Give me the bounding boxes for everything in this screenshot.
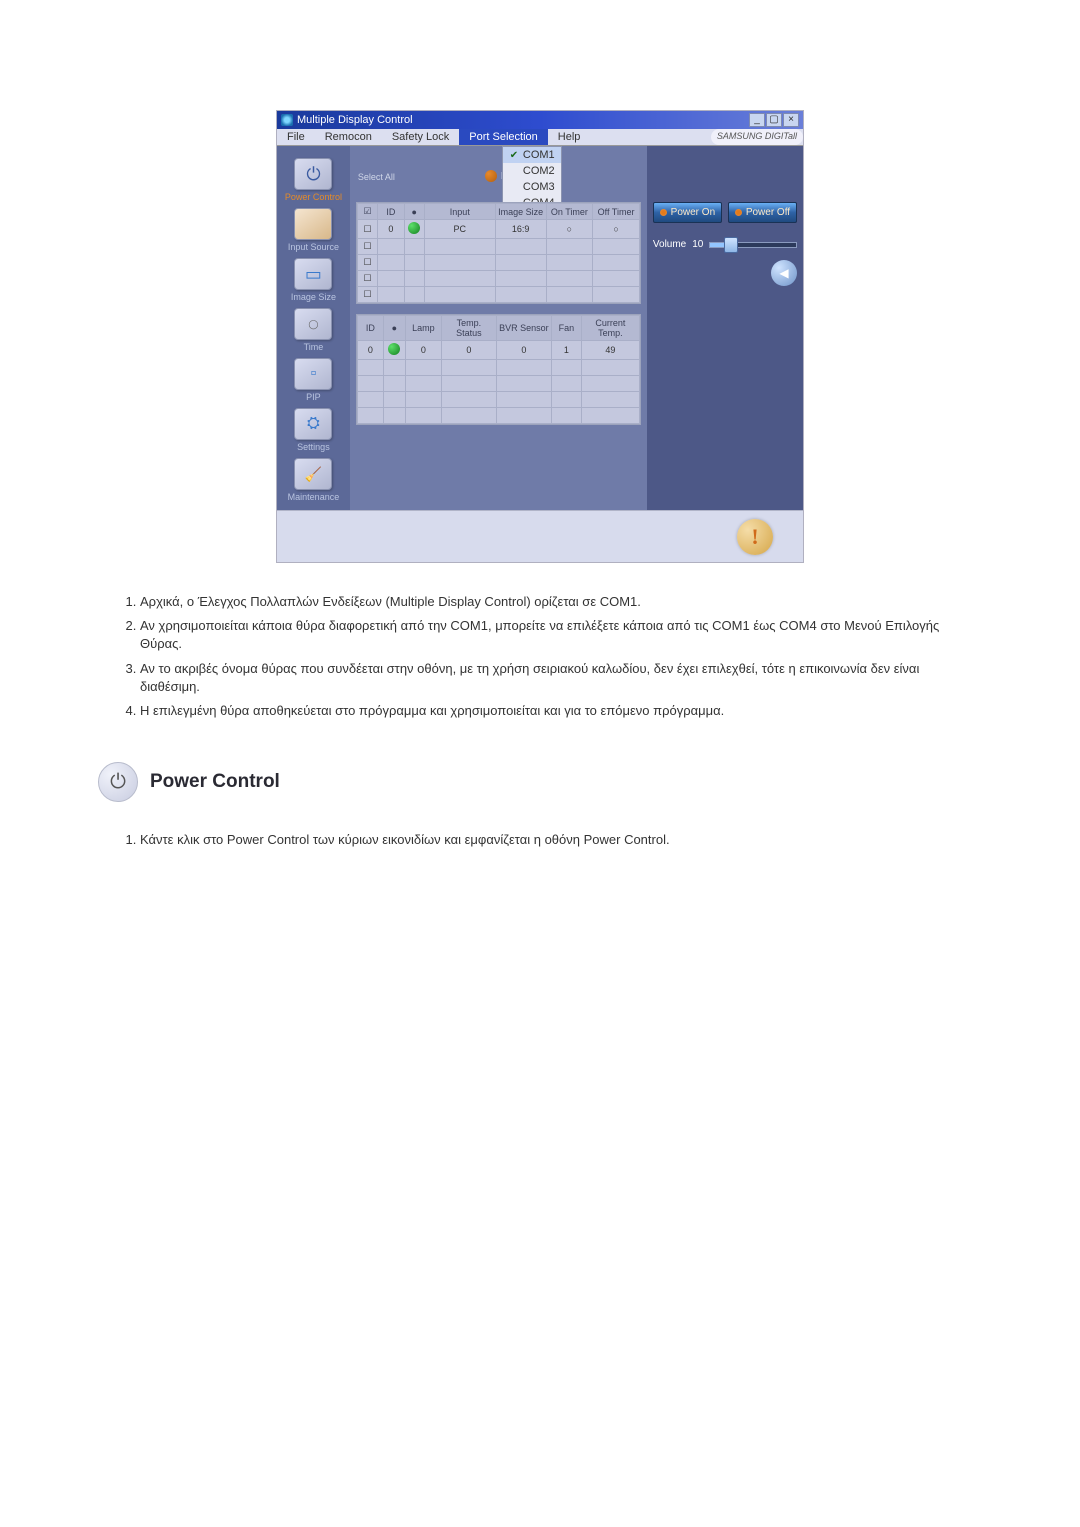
table-row[interactable] [357,376,639,392]
sidebar-item-image-size[interactable]: Image Size [291,258,336,302]
sidebar-label: Time [304,342,324,352]
window-buttons: _ ▢ × [749,113,799,127]
close-button[interactable]: × [783,113,799,127]
power-dot-icon [660,209,667,216]
window-title: Multiple Display Control [297,114,413,126]
col-off-timer: Off Timer [593,204,640,220]
sidebar-label: Input Source [288,242,339,252]
sidebar-item-input-source[interactable]: Input Source [288,208,339,252]
sidebar-label: Settings [297,442,330,452]
volume-label: Volume [653,239,686,250]
section-heading: ⏻ Power Control [98,762,970,802]
list-item: Αν χρησιμοποιείται κάποια θύρα διαφορετι… [140,617,970,653]
app-icon [281,114,293,126]
menu-safety-lock[interactable]: Safety Lock [382,129,459,145]
status-led-icon [388,343,400,355]
port-option-com3[interactable]: COM3 [503,179,561,195]
app-window: Multiple Display Control _ ▢ × File Remo… [277,111,803,562]
list-item: Αν το ακριβές όνομα θύρας που συνδέεται … [140,660,970,696]
port-option-com2[interactable]: COM2 [503,163,561,179]
bottom-strip: ! [277,510,803,562]
titlebar: Multiple Display Control _ ▢ × [277,111,803,129]
table-row[interactable]: 0 0 0 0 1 49 [357,341,639,360]
list-item: Αρχικά, ο Έλεγχος Πολλαπλών Ενδείξεων (M… [140,593,970,611]
notes-block: Αρχικά, ο Έλεγχος Πολλαπλών Ενδείξεων (M… [80,593,1000,847]
sidebar-label: Maintenance [288,492,340,502]
menu-remocon[interactable]: Remocon [315,129,382,145]
table-row[interactable]: ☐ 0 PC 16:9 ○ ○ [357,220,639,239]
col-on-timer: On Timer [546,204,593,220]
table-row[interactable] [357,360,639,376]
power-icon [294,158,332,190]
col-fan: Fan [551,316,581,341]
table-row[interactable]: ☐ [357,271,639,287]
sidebar-item-maintenance[interactable]: Maintenance [288,458,340,502]
sidebar-item-settings[interactable]: Settings [294,408,332,452]
sidebar: Power Control Input Source Image Size Ti… [277,146,350,510]
settings-icon [294,408,332,440]
checkmark-icon: ✔ [509,150,519,160]
status-grid: ID ● Lamp Temp. Status BVR Sensor Fan Cu… [356,314,641,425]
col-status-icon: ● [383,316,405,341]
steps-list: Κάντε κλικ στο Power Control των κύριων … [118,832,970,847]
table-row[interactable]: ☐ [357,287,639,303]
busy-dot-icon [485,170,497,182]
time-icon [294,308,332,340]
input-icon [294,208,332,240]
sidebar-item-power-control[interactable]: Power Control [285,158,342,202]
mdc-screenshot: Multiple Display Control _ ▢ × File Remo… [276,110,804,563]
col-lamp: Lamp [405,316,441,341]
select-all-button[interactable]: Select All [358,172,395,182]
col-brt-sensor: BVR Sensor [496,316,551,341]
info-icon: ! [737,519,773,555]
menu-help[interactable]: Help [548,129,591,145]
table-row[interactable] [357,392,639,408]
col-id: ID [357,316,383,341]
section-title: Power Control [150,771,280,793]
table-row[interactable]: ☐ [357,239,639,255]
volume-row: Volume 10 [653,239,797,250]
sidebar-item-pip[interactable]: PIP [294,358,332,402]
mute-button[interactable]: ◀ [771,260,797,286]
col-image-size: Image Size [495,204,546,220]
volume-value: 10 [692,239,703,250]
menubar: File Remocon Safety Lock Port Selection … [277,129,803,146]
col-status-icon: ● [404,204,424,220]
port-option-com1[interactable]: ✔ COM1 [503,147,561,163]
col-temp-status: Temp. Status [441,316,496,341]
pip-icon [294,358,332,390]
col-checkbox[interactable]: ☑ [357,204,377,220]
power-on-button[interactable]: Power On [653,202,722,223]
maximize-button[interactable]: ▢ [766,113,782,127]
sidebar-label: Power Control [285,192,342,202]
image-size-icon [294,258,332,290]
notes-list: Αρχικά, ο Έλεγχος Πολλαπλών Ενδείξεων (M… [118,593,970,720]
menu-file[interactable]: File [277,129,315,145]
list-item: Η επιλεγμένη θύρα αποθηκεύεται στο πρόγρ… [140,702,970,720]
sidebar-label: PIP [306,392,321,402]
sidebar-label: Image Size [291,292,336,302]
volume-thumb[interactable] [724,237,738,253]
col-id: ID [378,204,404,220]
list-item: Κάντε κλικ στο Power Control των κύριων … [140,832,970,847]
power-off-button[interactable]: Power Off [728,202,797,223]
table-row[interactable] [357,408,639,424]
status-led-icon [408,222,420,234]
volume-slider[interactable] [709,242,797,248]
right-panel: Power On Power Off Volume 10 [647,146,803,510]
brand-label: SAMSUNG DIGITall [711,129,803,145]
table-row[interactable]: ☐ [357,255,639,271]
minimize-button[interactable]: _ [749,113,765,127]
display-grid: ☑ ID ● Input Image Size On Timer Off Tim… [356,202,641,304]
maintenance-icon [294,458,332,490]
content-area: Select All Busy ✔ COM1 COM2 COM3 COM4 [350,146,647,510]
sidebar-item-time[interactable]: Time [294,308,332,352]
col-current-temp: Current Temp. [581,316,639,341]
menu-port-selection[interactable]: Port Selection [459,129,547,145]
col-input: Input [424,204,495,220]
power-dot-icon [735,209,742,216]
power-control-section-icon: ⏻ [98,762,138,802]
